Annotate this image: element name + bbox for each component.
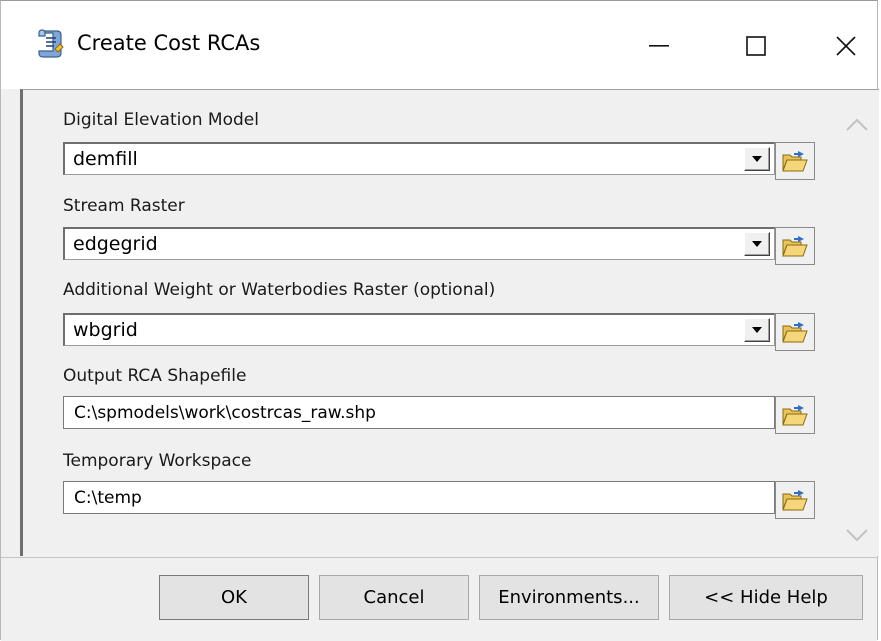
maximize-button[interactable] [726, 19, 786, 73]
cancel-button[interactable]: Cancel [319, 575, 469, 620]
chevron-up-icon [846, 118, 868, 131]
stream-dropdown-button[interactable] [744, 232, 770, 256]
scroll-down-button[interactable] [842, 520, 872, 550]
open-folder-icon [782, 490, 808, 511]
dem-value: demfill [73, 148, 138, 170]
weight-combo[interactable]: wbgrid [63, 313, 775, 346]
dem-label: Digital Elevation Model [63, 110, 259, 130]
weight-browse-button[interactable] [775, 313, 815, 351]
ok-button[interactable]: OK [159, 575, 309, 620]
workspace-value: C:\temp [74, 488, 142, 508]
dialog-window: Create Cost RCAs Digital Elevation Model… [0, 0, 879, 641]
open-folder-icon [782, 236, 808, 257]
environments-button[interactable]: Environments... [479, 575, 659, 620]
scroll-up-button[interactable] [842, 110, 872, 140]
output-value: C:\spmodels\work\costrcas_raw.shp [74, 403, 376, 423]
open-folder-icon [782, 151, 808, 172]
parameters-panel: Digital Elevation Model demfill Stream R… [20, 89, 879, 556]
dropdown-arrow-icon [752, 241, 762, 247]
chevron-down-icon [846, 529, 868, 542]
title-bar[interactable]: Create Cost RCAs [1, 1, 877, 89]
weight-value: wbgrid [73, 319, 138, 341]
workspace-field[interactable]: C:\temp [63, 481, 775, 514]
minimize-button[interactable] [629, 19, 689, 73]
open-folder-icon [782, 322, 808, 343]
workspace-browse-button[interactable] [775, 481, 815, 519]
hide-help-button[interactable]: << Hide Help [669, 575, 863, 620]
script-tool-icon [35, 27, 65, 59]
stream-combo[interactable]: edgegrid [63, 227, 775, 260]
stream-label: Stream Raster [63, 196, 185, 216]
output-label: Output RCA Shapefile [63, 366, 247, 386]
close-button[interactable] [816, 19, 876, 73]
dem-browse-button[interactable] [775, 142, 815, 180]
stream-value: edgegrid [73, 233, 158, 255]
weight-label: Additional Weight or Waterbodies Raster … [63, 280, 496, 300]
dropdown-arrow-icon [752, 327, 762, 333]
workspace-label: Temporary Workspace [63, 451, 252, 471]
minimize-icon [649, 45, 669, 47]
output-field[interactable]: C:\spmodels\work\costrcas_raw.shp [63, 396, 775, 429]
dropdown-arrow-icon [752, 156, 762, 162]
window-title: Create Cost RCAs [77, 31, 261, 55]
output-browse-button[interactable] [775, 396, 815, 434]
button-bar: OK Cancel Environments... << Hide Help [1, 557, 877, 641]
dem-dropdown-button[interactable] [744, 147, 770, 171]
close-icon [836, 36, 856, 56]
open-folder-icon [782, 405, 808, 426]
maximize-icon [746, 36, 766, 56]
weight-dropdown-button[interactable] [744, 318, 770, 342]
stream-browse-button[interactable] [775, 227, 815, 265]
dem-combo[interactable]: demfill [63, 142, 775, 175]
